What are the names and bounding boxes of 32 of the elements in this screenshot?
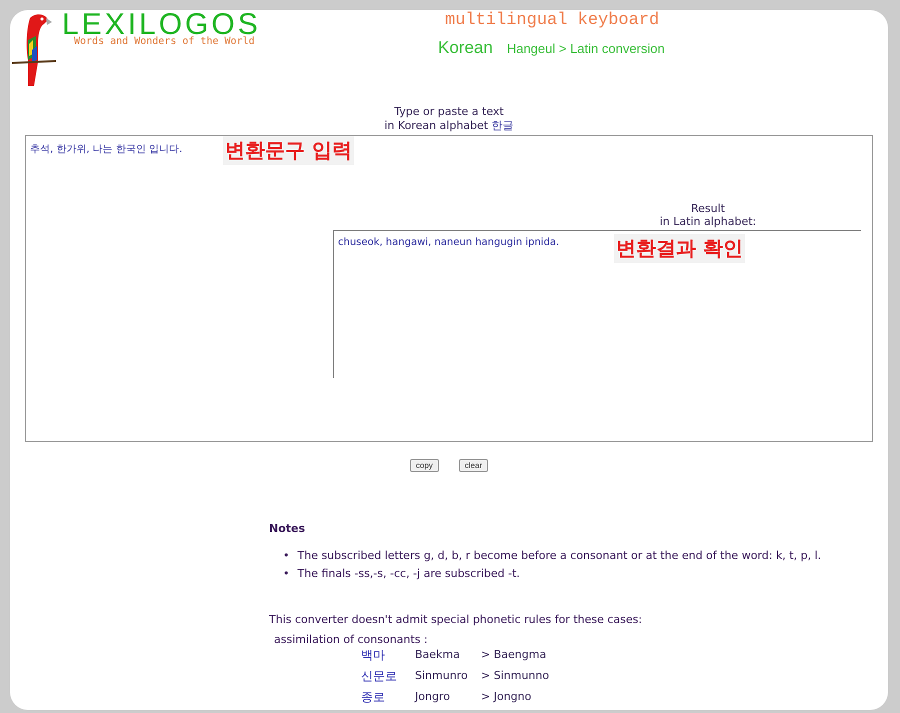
korean-input-field[interactable]: 추석, 한가위, 나는 한국인 입니다. 변환문구 입력 Result in Latin alphabet: chuseok, hangawi, naneun hangugin ipnida. 변환결과 확인 xyxy=(25,135,873,442)
hangeul-word: 신문로 xyxy=(361,668,398,685)
list-bullet: • xyxy=(283,548,290,564)
written-form: Sinmunro xyxy=(415,668,469,684)
result-annotation: 변환결과 확인 xyxy=(614,234,745,263)
exceptions-intro: This converter doesn't admit special phonetic rules for these cases: xyxy=(269,613,644,626)
list-bullet: • xyxy=(283,566,290,582)
spoken-form: > Sinmunno xyxy=(481,668,550,684)
spoken-form: > Baengma xyxy=(481,647,548,663)
section-title: multilingual keyboard xyxy=(445,11,660,30)
page-subtitle: Hangeul > Latin conversion xyxy=(506,41,665,56)
spoken-form: > Jongno xyxy=(481,689,532,705)
notes-heading: Notes xyxy=(269,522,306,535)
input-label: in Korean alphabet 한글 xyxy=(383,119,515,133)
written-form: Jongro xyxy=(415,689,451,705)
clear-button[interactable]: clear xyxy=(458,459,488,472)
input-text: 추석, 한가위, 나는 한국인 입니다. xyxy=(30,143,182,156)
result-label: in Latin alphabet: xyxy=(658,215,758,228)
tagline: Words and Wonders of the World xyxy=(74,36,256,47)
note-item: The subscribed letters g, d, b, r become before a consonant or at the end of the word: k, t, p, l. xyxy=(298,548,822,564)
written-form: Baekma xyxy=(415,647,461,663)
input-annotation: 변환문구 입력 xyxy=(223,136,354,165)
exceptions-heading: assimilation of consonants : xyxy=(274,633,429,646)
note-item: The finals -ss,-s, -cc, -j are subscribed -t. xyxy=(298,566,520,582)
hangeul-word: 종로 xyxy=(361,689,386,706)
copy-button[interactable]: copy xyxy=(410,459,439,472)
result-field[interactable]: chuseok, hangawi, naneun hangugin ipnida. 변환결과 확인 xyxy=(333,230,861,378)
result-text: chuseok, hangawi, naneun hangugin ipnida. xyxy=(338,237,560,248)
result-label: Result xyxy=(690,202,726,215)
input-label: Type or paste a text xyxy=(393,105,505,119)
hangeul-word: 백마 xyxy=(361,647,386,664)
language-title: Korean xyxy=(438,38,493,58)
